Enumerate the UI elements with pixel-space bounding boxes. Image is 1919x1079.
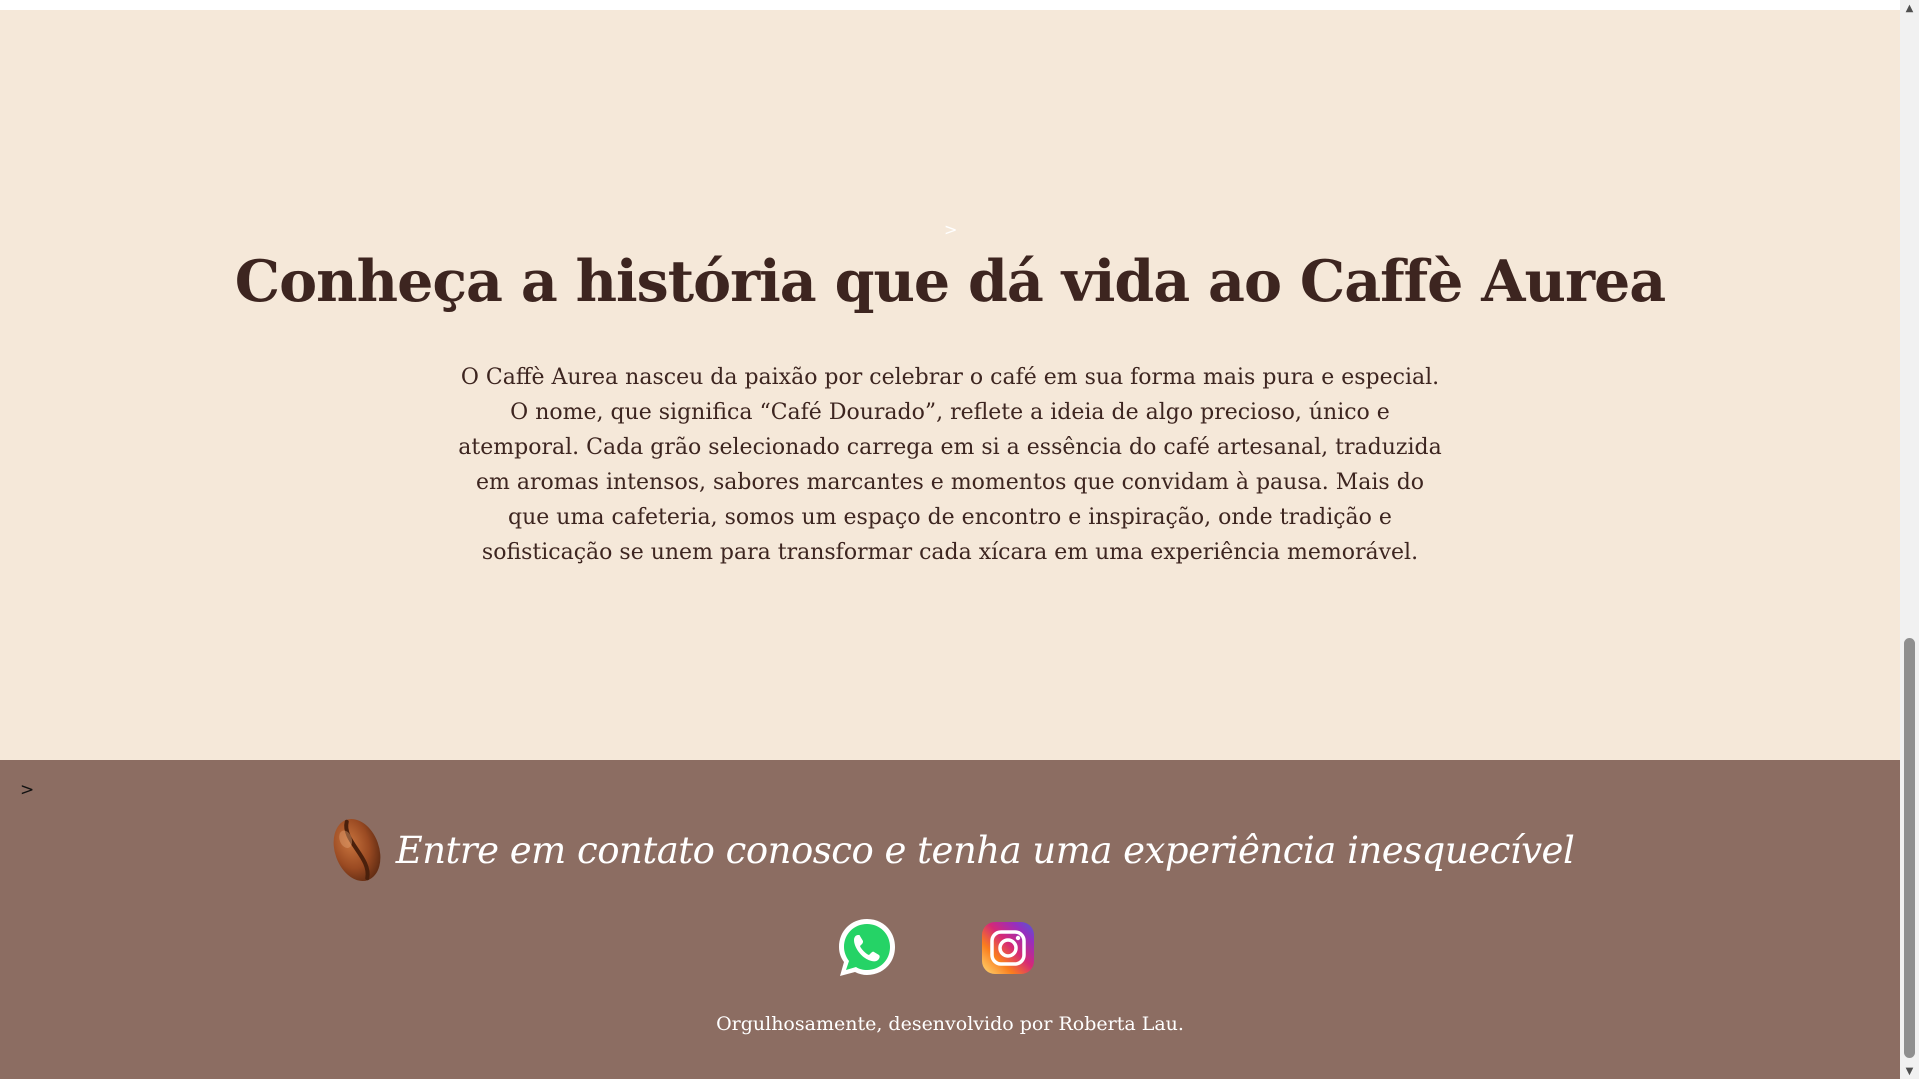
- instagram-link[interactable]: [980, 920, 1036, 976]
- scroll-up-arrow-icon[interactable]: ▲: [1900, 0, 1919, 16]
- contact-title: Entre em contato conosco e tenha uma exp…: [395, 828, 1575, 872]
- stray-arrow-marker: >: [944, 220, 958, 239]
- whatsapp-icon: [839, 919, 895, 976]
- footer-credit: Orgulhosamente, desenvolvido por Roberta…: [716, 1013, 1184, 1035]
- scrollbar-thumb[interactable]: [1904, 638, 1915, 1058]
- scroll-down-arrow-icon[interactable]: ▼: [1900, 1063, 1919, 1079]
- instagram-icon: [982, 922, 1034, 974]
- social-links: [0, 915, 1900, 995]
- top-strip: [0, 0, 1900, 10]
- page: > Conheça a história que dá vida ao Caff…: [0, 0, 1900, 1079]
- about-paragraph: O Caffè Aurea nasceu da paixão por celeb…: [458, 365, 1442, 565]
- contact-heading-row: Entre em contato conosco e tenha uma exp…: [0, 810, 1900, 890]
- footer-arrow-marker: >: [20, 780, 35, 800]
- about-title: Conheça a história que dá vida ao Caffè …: [234, 248, 1666, 315]
- vertical-scrollbar[interactable]: ▲ ▼: [1900, 0, 1919, 1079]
- coffee-bean-icon: [333, 819, 381, 881]
- about-section: > Conheça a história que dá vida ao Caff…: [0, 10, 1900, 760]
- whatsapp-link[interactable]: [834, 915, 900, 981]
- footer: > Entre em contato conosco e tenha uma e…: [0, 760, 1900, 1079]
